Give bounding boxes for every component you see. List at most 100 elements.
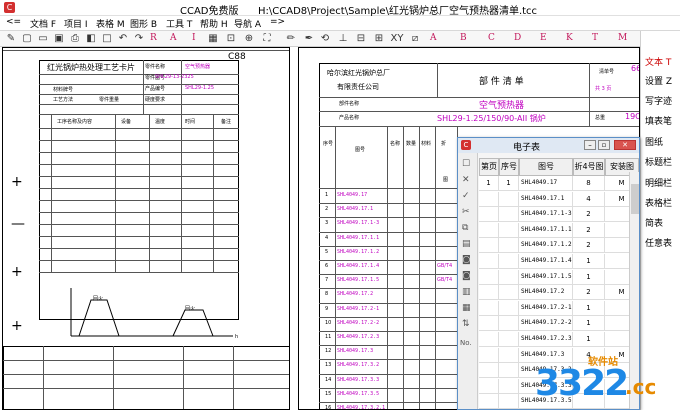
tool-r[interactable]: R [150,33,157,43]
tool-a2[interactable]: A [430,33,437,43]
panel-detail-block[interactable]: 明细栏 [645,176,672,189]
cell-seq[interactable] [499,347,519,363]
cell-f4[interactable]: 1 [573,300,605,316]
cell-seq[interactable] [499,363,519,379]
cell-drawing-no[interactable]: SHL4049.17.2-2 [519,316,573,332]
tool-i[interactable]: I [192,33,196,43]
cell-page[interactable] [479,285,499,301]
cell-seq[interactable] [499,285,519,301]
grid-icon[interactable]: ▦ [462,303,471,313]
cell-f4[interactable]: 1 [573,332,605,347]
copy-icon[interactable]: ⧉ [462,223,468,233]
cell-drawing-no[interactable]: SHL4049.17.1.4 [519,254,573,269]
pencil-icon[interactable]: ✏ [284,32,298,46]
cell-page[interactable] [479,394,499,409]
minimize-icon[interactable]: – [584,140,596,150]
cell-page[interactable] [479,332,499,347]
zoom-in-icon[interactable]: ⊕ [242,32,256,46]
tool-e[interactable]: E [540,33,547,43]
close-x-icon[interactable]: ✕ [462,175,470,185]
menu-tools[interactable]: 工具 T [166,17,192,30]
cell-seq[interactable] [499,238,519,254]
cell-page[interactable] [479,207,499,223]
cell-page[interactable] [479,191,499,207]
cut-icon[interactable]: ✂ [462,207,470,217]
menu-file[interactable]: 文档 F [30,17,56,30]
xy-icon[interactable]: XY [390,32,404,46]
cell-seq[interactable] [499,269,519,285]
tool-k[interactable]: K [566,33,573,43]
save-icon[interactable]: ▣ [52,32,66,46]
panel-settings[interactable]: 设置 Z [645,74,672,87]
cell-drawing-no[interactable]: SHL4049.17.2-1 [519,300,573,316]
panel-handwriting[interactable]: 写字迹 [645,94,672,107]
panel-fill-pen[interactable]: 填表笔 [645,114,672,127]
dialog-title-bar[interactable]: C 电子表 – ▫ ✕ [458,138,639,153]
paste-icon[interactable]: ▤ [462,239,471,249]
cell-drawing-no[interactable]: SHL4049.17.1 [519,191,573,207]
tool-a[interactable]: A [170,33,177,43]
pen-icon[interactable]: ✒ [302,32,316,46]
cell-f4[interactable]: 1 [573,269,605,285]
cell-f4[interactable]: 2 [573,207,605,223]
camera2-icon[interactable]: ◙ [462,271,471,281]
image-icon[interactable]: ▦ [206,32,220,46]
drawing-canvas[interactable]: + — + + C88 红光锅炉热处理工艺卡片 零件名称 空气预热器 零件图号 … [0,47,656,410]
cell-drawing-no[interactable]: SHL4049.17.1.1 [519,222,573,238]
cell-seq[interactable] [499,378,519,394]
close-icon[interactable]: ✕ [614,140,636,150]
perpendicular-icon[interactable]: ⊥ [336,32,350,46]
print-icon[interactable]: ⎙ [68,32,82,46]
cell-drawing-no[interactable]: SHL4049.17.3 [519,347,573,363]
crop-icon[interactable]: ⛶ [260,32,274,46]
sort-icon[interactable]: ⇅ [462,319,470,329]
open-folder-icon[interactable]: ▭ [36,32,50,46]
cell-seq[interactable] [499,191,519,207]
scroll-thumb[interactable] [631,184,639,214]
menu-forward-arrow[interactable]: => [270,17,285,27]
cell-seq[interactable] [499,222,519,238]
checkbox-icon[interactable]: ☐ [462,159,470,169]
cell-page[interactable] [479,254,499,269]
panel-text[interactable]: 文本 T [645,55,671,68]
tool-t[interactable]: T [592,33,598,43]
cell-seq[interactable] [499,316,519,332]
cell-page[interactable] [479,363,499,379]
rotate-icon[interactable]: ⟲ [318,32,332,46]
cell-drawing-no[interactable]: SHL4049.17 [519,176,573,191]
cell-drawing-no[interactable]: SHL4049.17.1.2 [519,238,573,254]
tool-m[interactable]: M [618,33,627,43]
camera-icon[interactable]: ◙ [462,255,471,265]
draw-icon[interactable]: ✎ [4,32,18,46]
header-seq[interactable]: 序号 [499,158,519,176]
cell-seq[interactable]: 1 [499,176,519,191]
cell-page[interactable] [479,347,499,363]
cell-f4[interactable]: 1 [573,254,605,269]
menu-help[interactable]: 帮助 H [200,17,228,30]
cell-seq[interactable] [499,300,519,316]
check-icon[interactable]: ✓ [462,191,470,201]
cell-drawing-no[interactable]: SHL4049.17.2.3 [519,332,573,347]
cell-page[interactable] [479,378,499,394]
cell-drawing-no[interactable]: SHL4049.17.2 [519,285,573,301]
tool-d[interactable]: D [514,33,521,43]
menu-table[interactable]: 表格 M [96,17,125,30]
cell-f4[interactable]: 2 [573,285,605,301]
cell-page[interactable]: 1 [479,176,499,191]
slash-icon[interactable]: ⧄ [408,32,422,46]
cell-f4[interactable]: 4 [573,191,605,207]
header-page[interactable]: 第页 [479,158,499,176]
preview-icon[interactable]: ◧ [84,32,98,46]
menu-project[interactable]: 项目 I [64,17,88,30]
panel-title-block[interactable]: 标题栏 [645,155,672,168]
rectangle-icon[interactable]: □ [100,32,114,46]
cell-f4[interactable]: 2 [573,222,605,238]
cell-page[interactable] [479,300,499,316]
menu-graphic[interactable]: 图形 B [130,17,157,30]
panel-drawing[interactable]: 图纸 [645,135,663,148]
list-icon[interactable]: ▥ [462,287,471,297]
cell-seq[interactable] [499,207,519,223]
cell-seq[interactable] [499,254,519,269]
cell-page[interactable] [479,238,499,254]
h-line-icon[interactable]: ⊟ [354,32,368,46]
